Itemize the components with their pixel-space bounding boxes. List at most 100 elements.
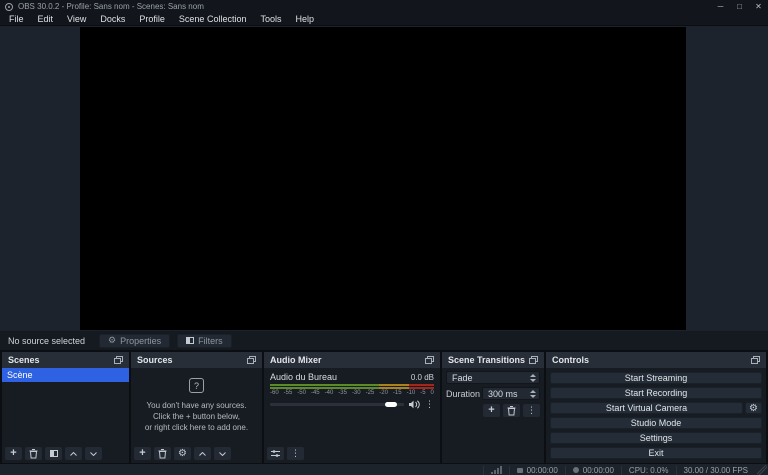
menu-scene-collection[interactable]: Scene Collection [172, 13, 254, 26]
window-title: OBS 30.0.2 - Profile: Sans nom - Scenes:… [18, 2, 204, 11]
start-virtual-camera-button[interactable]: Start Virtual Camera [550, 402, 743, 414]
scenes-dock-title: Scenes [8, 355, 40, 365]
sources-toolbar: + ⚙ [134, 447, 231, 460]
connection-quality [483, 466, 509, 475]
meter-scale: -60 -55 -50 -45 -40 -35 -30 -25 -20 -15 … [270, 390, 434, 396]
popout-dock-icon[interactable] [425, 356, 434, 364]
stream-icon [517, 468, 523, 473]
popout-dock-icon[interactable] [751, 356, 760, 364]
move-source-down-button[interactable] [214, 447, 231, 460]
scene-list-item[interactable]: Scène [2, 368, 129, 382]
audio-mixer-dock-title: Audio Mixer [270, 355, 322, 365]
close-button[interactable]: ✕ [749, 0, 768, 13]
title-bar: OBS 30.0.2 - Profile: Sans nom - Scenes:… [0, 0, 768, 13]
menu-tools[interactable]: Tools [253, 13, 288, 26]
trash-icon [29, 449, 38, 459]
filters-button[interactable]: Filters [177, 334, 232, 348]
add-transition-button[interactable]: + [483, 404, 500, 417]
controls-body: Start Streaming Start Recording Start Vi… [546, 368, 766, 463]
menu-help[interactable]: Help [288, 13, 321, 26]
no-source-selected-label: No source selected [8, 336, 85, 346]
trash-icon [158, 449, 167, 459]
status-bar: 00:00:00 00:00:00 CPU: 0.0% 30.00 / 30.0… [0, 463, 768, 475]
popout-dock-icon[interactable] [529, 356, 538, 364]
minimize-button[interactable]: ─ [711, 0, 730, 13]
transition-select[interactable]: Fade [446, 371, 540, 384]
scene-transitions-dock-title: Scene Transitions [448, 355, 525, 365]
scenes-list: Scène + [2, 368, 129, 463]
remove-source-button[interactable] [154, 447, 171, 460]
record-icon [573, 467, 579, 473]
record-timer: 00:00:00 [565, 466, 621, 475]
scene-transitions-dock: Scene Transitions Fade Duration 300 ms + [442, 352, 544, 463]
controls-dock-header: Controls [546, 352, 766, 368]
meter-tick: -5 [420, 390, 425, 396]
audio-options-kebab-icon[interactable]: ⋮ [425, 399, 434, 410]
maximize-button[interactable]: □ [730, 0, 749, 13]
menu-docks[interactable]: Docks [93, 13, 132, 26]
filters-icon [50, 450, 58, 457]
advanced-audio-button[interactable] [267, 447, 284, 460]
filters-icon [186, 337, 194, 344]
start-streaming-button[interactable]: Start Streaming [550, 372, 762, 384]
settings-button[interactable]: Settings [550, 432, 762, 444]
audio-mixer-body: Audio du Bureau 0.0 dB -60 -55 -50 -45 -… [264, 368, 440, 463]
speaker-icon[interactable] [409, 400, 420, 409]
properties-button-label: Properties [120, 336, 161, 346]
virtual-camera-config-button[interactable]: ⚙ [745, 402, 762, 414]
popout-dock-icon[interactable] [114, 356, 123, 364]
volume-meter [270, 384, 434, 389]
move-source-up-button[interactable] [194, 447, 211, 460]
chevron-down-icon [90, 452, 97, 456]
meter-tick: -15 [393, 390, 402, 396]
popout-dock-icon[interactable] [247, 356, 256, 364]
question-mark-icon: ? [189, 378, 204, 393]
scenes-dock: Scenes Scène + [2, 352, 129, 463]
move-scene-up-button[interactable] [65, 447, 82, 460]
volume-slider-handle[interactable] [385, 402, 397, 407]
meter-tick: -30 [352, 390, 361, 396]
source-toolbar-row: No source selected ⚙ Properties Filters [0, 331, 768, 352]
record-time-value: 00:00:00 [583, 466, 614, 475]
remove-scene-button[interactable] [25, 447, 42, 460]
chevron-up-icon [199, 452, 206, 456]
duration-value: 300 ms [488, 389, 530, 399]
combo-arrows-icon [530, 374, 536, 382]
meter-tick: 0 [431, 390, 434, 396]
audio-mixer-dock: Audio Mixer Audio du Bureau 0.0 dB -60 -… [264, 352, 440, 463]
duration-spinbox[interactable]: 300 ms [482, 387, 540, 400]
properties-button[interactable]: ⚙ Properties [99, 334, 170, 348]
trash-icon [507, 406, 516, 416]
menu-edit[interactable]: Edit [31, 13, 61, 26]
resize-grip[interactable] [757, 465, 767, 475]
plus-icon: + [139, 448, 145, 459]
mixer-options-button[interactable]: ⋮ [287, 447, 304, 460]
menu-file[interactable]: File [2, 13, 31, 26]
menu-view[interactable]: View [60, 13, 93, 26]
sources-list[interactable]: ? You don't have any sources. Click the … [131, 368, 262, 463]
controls-dock: Controls Start Streaming Start Recording… [546, 352, 766, 463]
gear-icon: ⚙ [749, 403, 758, 414]
transition-options-button[interactable]: ⋮ [523, 404, 540, 417]
remove-transition-button[interactable] [503, 404, 520, 417]
audio-mixer-dock-header: Audio Mixer [264, 352, 440, 368]
volume-slider[interactable] [270, 403, 404, 406]
stream-timer: 00:00:00 [509, 466, 565, 475]
scene-filters-button[interactable] [45, 447, 62, 460]
source-properties-button[interactable]: ⚙ [174, 447, 191, 460]
start-recording-button[interactable]: Start Recording [550, 387, 762, 399]
move-scene-down-button[interactable] [85, 447, 102, 460]
exit-button[interactable]: Exit [550, 447, 762, 459]
scenes-toolbar: + [5, 447, 102, 460]
scene-transitions-dock-header: Scene Transitions [442, 352, 544, 368]
studio-mode-button[interactable]: Studio Mode [550, 417, 762, 429]
obs-window: OBS 30.0.2 - Profile: Sans nom - Scenes:… [0, 0, 768, 475]
menu-profile[interactable]: Profile [132, 13, 172, 26]
add-source-button[interactable]: + [134, 447, 151, 460]
spinner-arrows-icon[interactable] [530, 390, 536, 398]
preview-canvas[interactable] [80, 27, 686, 330]
scenes-dock-header: Scenes [2, 352, 129, 368]
stream-time-value: 00:00:00 [527, 466, 558, 475]
add-scene-button[interactable]: + [5, 447, 22, 460]
meter-tick: -45 [311, 390, 320, 396]
